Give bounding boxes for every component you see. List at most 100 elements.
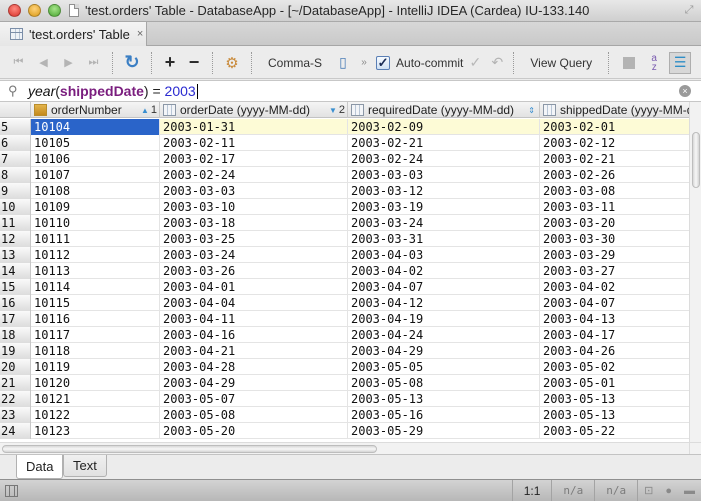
cell-orderdate[interactable]: 2003-04-21: [160, 343, 348, 359]
clear-filter-icon[interactable]: ×: [679, 85, 691, 97]
table-row[interactable]: 22 10121 2003-05-07 2003-05-13 2003-05-13: [0, 391, 689, 407]
row-number[interactable]: 24: [0, 423, 31, 439]
last-page-icon[interactable]: ⏭: [81, 51, 106, 75]
horizontal-scrollbar[interactable]: [0, 442, 689, 454]
cell-ordernumber[interactable]: 10112: [31, 247, 160, 263]
refresh-icon[interactable]: ↻: [119, 51, 145, 75]
cell-requireddate[interactable]: 2003-02-24: [348, 151, 540, 167]
cell-orderdate[interactable]: 2003-02-17: [160, 151, 348, 167]
cell-ordernumber[interactable]: 10114: [31, 279, 160, 295]
table-row[interactable]: 7 10106 2003-02-17 2003-02-24 2003-02-21: [0, 151, 689, 167]
inspector-icon[interactable]: ●: [665, 485, 672, 497]
table-row[interactable]: 23 10122 2003-05-08 2003-05-16 2003-05-13: [0, 407, 689, 423]
cell-requireddate[interactable]: 2003-04-19: [348, 311, 540, 327]
cell-orderdate[interactable]: 2003-03-25: [160, 231, 348, 247]
sort-indicator[interactable]: ▲ 1: [141, 104, 157, 116]
table-row[interactable]: 6 10105 2003-02-11 2003-02-21 2003-02-12: [0, 135, 689, 151]
close-window-button[interactable]: [8, 4, 21, 17]
cell-requireddate[interactable]: 2003-04-24: [348, 327, 540, 343]
row-number[interactable]: 14: [0, 263, 31, 279]
cell-ordernumber[interactable]: 10111: [31, 231, 160, 247]
encoding-indicator[interactable]: n/a: [551, 480, 594, 501]
cell-orderdate[interactable]: 2003-04-16: [160, 327, 348, 343]
cell-requireddate[interactable]: 2003-05-08: [348, 375, 540, 391]
table-row[interactable]: 5 10104 2003-01-31 2003-02-09 2003-02-01: [0, 119, 689, 135]
cell-orderdate[interactable]: 2003-05-07: [160, 391, 348, 407]
minimize-window-button[interactable]: [28, 4, 41, 17]
cell-requireddate[interactable]: 2003-05-05: [348, 359, 540, 375]
row-number[interactable]: 10: [0, 199, 31, 215]
cell-shippeddate[interactable]: 2003-04-02: [540, 279, 689, 295]
cell-shippeddate[interactable]: 2003-05-02: [540, 359, 689, 375]
next-page-icon[interactable]: ▶: [56, 51, 81, 75]
filter-toggle-icon[interactable]: ☰: [669, 51, 692, 74]
format-dropdown[interactable]: Comma-S: [258, 51, 332, 75]
row-number[interactable]: 20: [0, 359, 31, 375]
row-number[interactable]: 17: [0, 311, 31, 327]
cell-shippeddate[interactable]: 2003-02-12: [540, 135, 689, 151]
table-row[interactable]: 10 10109 2003-03-10 2003-03-19 2003-03-11: [0, 199, 689, 215]
cell-orderdate[interactable]: 2003-04-01: [160, 279, 348, 295]
row-number[interactable]: 22: [0, 391, 31, 407]
cell-shippeddate[interactable]: 2003-03-30: [540, 231, 689, 247]
cell-requireddate[interactable]: 2003-02-21: [348, 135, 540, 151]
row-number[interactable]: 8: [0, 167, 31, 183]
table-row[interactable]: 14 10113 2003-03-26 2003-04-02 2003-03-27: [0, 263, 689, 279]
row-number[interactable]: 19: [0, 343, 31, 359]
cell-shippeddate[interactable]: 2003-05-13: [540, 407, 689, 423]
search-icon[interactable]: ⚲: [8, 83, 22, 99]
cell-requireddate[interactable]: 2003-03-03: [348, 167, 540, 183]
cell-orderdate[interactable]: 2003-03-18: [160, 215, 348, 231]
cell-shippeddate[interactable]: 2003-03-27: [540, 263, 689, 279]
row-number[interactable]: 18: [0, 327, 31, 343]
line-separator-indicator[interactable]: n/a: [594, 480, 637, 501]
cell-requireddate[interactable]: 2003-03-12: [348, 183, 540, 199]
cell-ordernumber[interactable]: 10110: [31, 215, 160, 231]
cell-orderdate[interactable]: 2003-03-03: [160, 183, 348, 199]
table-row[interactable]: 9 10108 2003-03-03 2003-03-12 2003-03-08: [0, 183, 689, 199]
cell-ordernumber[interactable]: 10121: [31, 391, 160, 407]
cell-orderdate[interactable]: 2003-02-11: [160, 135, 348, 151]
cell-ordernumber[interactable]: 10118: [31, 343, 160, 359]
cell-shippeddate[interactable]: 2003-03-08: [540, 183, 689, 199]
cell-shippeddate[interactable]: 2003-02-26: [540, 167, 689, 183]
filter-bar[interactable]: ⚲ year(shippedDate) = 2003 ×: [0, 80, 701, 102]
column-header-shippeddate[interactable]: shippedDate (yyyy-MM-dd): [540, 102, 689, 118]
cell-ordernumber[interactable]: 10106: [31, 151, 160, 167]
table-row[interactable]: 21 10120 2003-04-29 2003-05-08 2003-05-01: [0, 375, 689, 391]
cell-requireddate[interactable]: 2003-03-24: [348, 215, 540, 231]
cell-requireddate[interactable]: 2003-03-19: [348, 199, 540, 215]
row-number[interactable]: 13: [0, 247, 31, 263]
cell-orderdate[interactable]: 2003-05-08: [160, 407, 348, 423]
cell-requireddate[interactable]: 2003-04-02: [348, 263, 540, 279]
cell-ordernumber[interactable]: 10104: [31, 119, 160, 135]
autocommit-toggle[interactable]: ✓ Auto-commit: [374, 51, 463, 75]
cell-requireddate[interactable]: 2003-05-29: [348, 423, 540, 439]
row-number[interactable]: 23: [0, 407, 31, 423]
vertical-scrollbar[interactable]: [689, 102, 701, 442]
cell-shippeddate[interactable]: 2003-04-07: [540, 295, 689, 311]
vertical-scroll-thumb[interactable]: [692, 132, 700, 188]
table-row[interactable]: 24 10123 2003-05-20 2003-05-29 2003-05-22: [0, 423, 689, 439]
row-number[interactable]: 11: [0, 215, 31, 231]
cell-ordernumber[interactable]: 10122: [31, 407, 160, 423]
editor-tab-test-orders[interactable]: 'test.orders' Table ×: [0, 22, 147, 46]
cell-requireddate[interactable]: 2003-02-09: [348, 119, 540, 135]
sort-az-icon[interactable]: a z: [643, 51, 665, 75]
horizontal-scroll-thumb[interactable]: [2, 445, 377, 453]
cell-ordernumber[interactable]: 10109: [31, 199, 160, 215]
fullscreen-icon[interactable]: ⤢: [683, 4, 695, 16]
stop-icon[interactable]: [623, 56, 636, 69]
cell-shippeddate[interactable]: 2003-04-17: [540, 327, 689, 343]
cell-orderdate[interactable]: 2003-02-24: [160, 167, 348, 183]
row-number[interactable]: 16: [0, 295, 31, 311]
zoom-window-button[interactable]: [48, 4, 61, 17]
cell-requireddate[interactable]: 2003-04-12: [348, 295, 540, 311]
cell-orderdate[interactable]: 2003-04-28: [160, 359, 348, 375]
settings-wrench-icon[interactable]: ⚙: [219, 51, 245, 75]
lock-icon[interactable]: ⊡: [644, 484, 653, 497]
cell-shippeddate[interactable]: 2003-03-11: [540, 199, 689, 215]
cell-orderdate[interactable]: 2003-01-31: [160, 119, 348, 135]
cell-orderdate[interactable]: 2003-04-29: [160, 375, 348, 391]
rollback-icon[interactable]: ↶: [487, 51, 507, 75]
